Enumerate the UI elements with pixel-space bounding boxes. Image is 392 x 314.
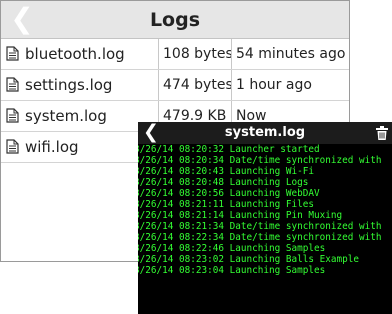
log-line: 8/26/14 08:20:43 Launching Wi-Fi — [138, 166, 315, 177]
chevron-left-icon[interactable]: ❮ — [141, 122, 161, 144]
file-name: wifi.log — [25, 138, 79, 156]
log-line: 8/26/14 08:22:34 Date/time synchronized … — [138, 232, 382, 243]
page-title: Logs — [149, 9, 201, 31]
log-line: 8/26/14 08:20:34 Date/time synchronized … — [138, 155, 382, 166]
file-name-cell[interactable]: system.log — [1, 100, 159, 132]
log-line: 8/26/14 08:23:04 Launching Samples — [138, 265, 326, 276]
log-line: 8/26/14 08:21:11 Launching Files — [138, 199, 315, 210]
file-name: system.log — [25, 107, 107, 125]
document-icon — [6, 108, 19, 123]
system-log-header: ❮ system.log — [138, 122, 392, 144]
file-modified-cell: 54 minutes ago — [231, 39, 349, 70]
file-name: bluetooth.log — [25, 45, 125, 63]
log-line: 8/26/14 08:22:46 Launching Samples — [138, 243, 326, 254]
logs-header: ❮ Logs — [1, 1, 349, 39]
log-line: 8/26/14 08:20:32 Launcher started — [138, 144, 320, 155]
file-name-cell[interactable]: bluetooth.log — [1, 39, 159, 70]
file-name-cell[interactable]: wifi.log — [1, 131, 159, 163]
file-name: settings.log — [25, 76, 113, 94]
document-icon — [6, 46, 19, 61]
system-log-window: ❮ system.log 8/26/14 08:20:32 Launcher s… — [138, 122, 392, 314]
log-line: 8/26/14 08:21:34 Date/time synchronized … — [138, 221, 382, 232]
file-name-cell[interactable]: settings.log — [1, 69, 159, 101]
file-modified-cell: 1 hour ago — [231, 69, 349, 101]
trash-icon[interactable] — [376, 126, 388, 140]
document-icon — [6, 77, 19, 92]
table-row[interactable]: settings.log 474 bytes 1 hour ago — [1, 69, 349, 101]
log-line: 8/26/14 08:20:56 Launching WebDAV — [138, 188, 320, 199]
log-output: 8/26/14 08:20:32 Launcher started 8/26/1… — [138, 144, 382, 276]
file-size-cell: 108 bytes — [158, 39, 232, 70]
file-size-cell: 474 bytes — [158, 69, 232, 101]
system-log-title: system.log — [224, 125, 306, 140]
document-icon — [6, 139, 19, 154]
table-row[interactable]: bluetooth.log 108 bytes 54 minutes ago — [1, 39, 349, 70]
log-line: 8/26/14 08:21:14 Launching Pin Muxing — [138, 210, 343, 221]
log-line: 8/26/14 08:20:48 Launching Logs — [138, 177, 309, 188]
log-line: 8/26/14 08:23:02 Launching Balls Example — [138, 254, 360, 265]
